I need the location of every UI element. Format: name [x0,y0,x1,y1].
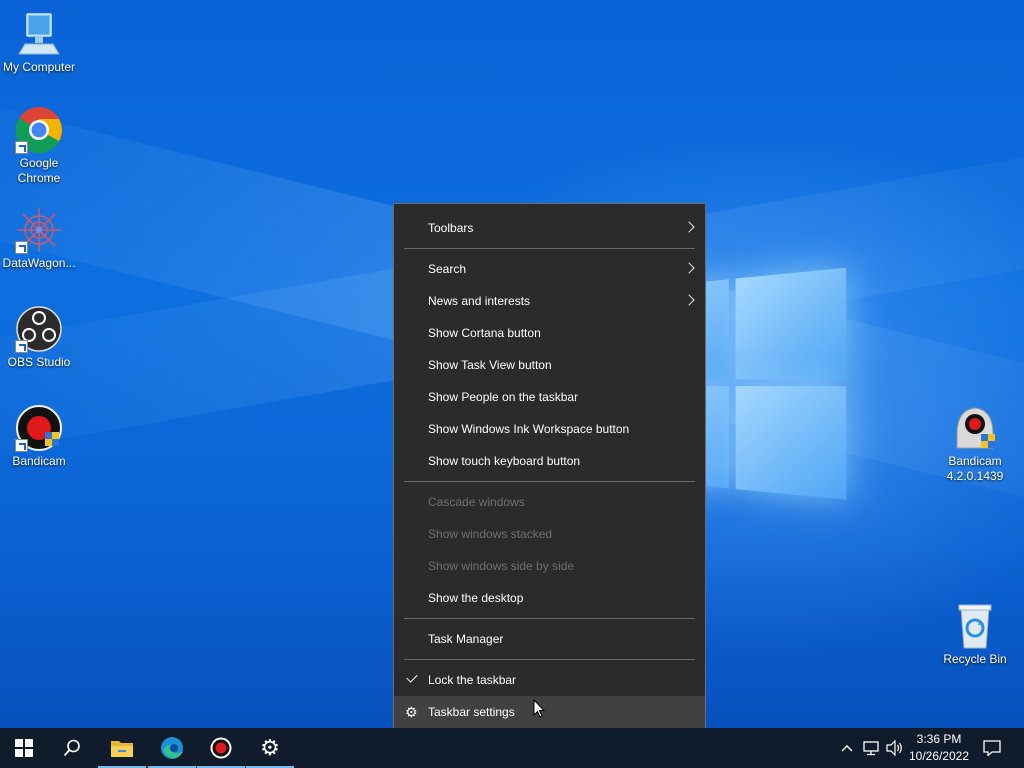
shortcut-arrow-icon [15,141,28,154]
menu-item-label: Show windows stacked [428,527,553,541]
record-icon [210,737,232,759]
desktop-icon-my-computer[interactable]: My Computer [0,10,78,75]
menu-item-show-the-desktop[interactable]: Show the desktop [394,582,705,614]
start-button[interactable] [0,728,48,768]
desktop-icon-label: Recycle Bin [943,652,1007,666]
desktop-icon-label: Google Chrome [17,156,61,185]
desktop-icon-bandicam[interactable]: Bandicam [0,404,78,469]
shortcut-arrow-icon [15,439,28,452]
edge-button[interactable] [148,728,196,768]
menu-item-label: Taskbar settings [428,705,515,719]
file-explorer-button[interactable] [98,728,146,768]
menu-item-label: Show windows side by side [428,559,575,573]
menu-item-label: Show Task View button [428,358,552,372]
menu-item-label: Show Cortana button [428,326,541,340]
menu-separator [404,659,695,660]
chevron-right-icon [683,221,695,233]
menu-item-search[interactable]: Search [394,253,705,285]
desktop-icon-bandicam-installer[interactable]: Bandicam 4.2.0.1439 [936,404,1014,484]
menu-separator [404,618,695,619]
notification-icon [983,740,1001,756]
gear-icon: ⚙ [405,704,418,720]
menu-item-show-windows-ink[interactable]: Show Windows Ink Workspace button [394,413,705,445]
datawagon-icon [15,206,63,254]
windows-logo-icon [15,739,33,757]
menu-item-show-windows-side-by-side: Show windows side by side [394,550,705,582]
volume-button[interactable] [884,728,906,768]
chevron-up-icon [841,745,853,752]
menu-item-show-windows-stacked: Show windows stacked [394,518,705,550]
taskbar-context-menu: Toolbars Search News and interests Show … [393,203,706,737]
edge-icon [161,737,183,759]
checkmark-icon [406,671,418,683]
recycle-bin-icon [951,602,999,650]
menu-item-label: Search [428,262,467,276]
shortcut-arrow-icon [15,340,28,353]
desktop-icon-label: OBS Studio [7,355,71,369]
bandicam-icon [15,404,63,452]
show-hidden-icons-button[interactable] [836,728,858,768]
network-button[interactable] [860,728,882,768]
desktop-icon-label: Bandicam 4.2.0.1439 [946,454,1004,483]
menu-item-label: Lock the taskbar [428,673,517,687]
menu-item-label: News and interests [428,294,531,308]
chevron-right-icon [683,294,695,306]
chrome-icon [15,106,63,154]
settings-button[interactable]: ⚙ [246,728,294,768]
menu-item-label: Show touch keyboard button [428,454,581,468]
folder-icon [111,741,133,757]
desktop-icon-label: My Computer [2,60,76,74]
bandicam-taskbar-button[interactable] [197,728,245,768]
menu-item-cascade-windows: Cascade windows [394,486,705,518]
menu-item-show-people[interactable]: Show People on the taskbar [394,381,705,413]
menu-item-show-task-view-button[interactable]: Show Task View button [394,349,705,381]
menu-item-label: Show the desktop [428,591,524,605]
menu-item-taskbar-settings[interactable]: ⚙ Taskbar settings [394,696,705,728]
obs-icon [15,305,63,353]
search-icon [63,739,80,757]
mouse-cursor-icon [533,699,545,718]
menu-item-label: Show Windows Ink Workspace button [428,422,630,436]
network-icon [863,741,879,756]
volume-icon [886,740,902,756]
clock-date: 10/26/2022 [908,749,970,763]
menu-item-label: Cascade windows [428,495,525,509]
action-center-button[interactable] [978,728,1006,768]
menu-item-lock-the-taskbar[interactable]: Lock the taskbar [394,664,705,696]
shortcut-arrow-icon [15,241,28,254]
computer-icon [15,10,63,58]
search-button[interactable] [48,728,96,768]
menu-item-label: Toolbars [428,221,474,235]
taskbar[interactable]: ⚙ 3:36 PM 10/26/2022 [0,728,1024,768]
bandicam-installer-icon [951,404,999,452]
desktop-icon-obs-studio[interactable]: OBS Studio [0,305,78,370]
menu-item-show-touch-keyboard[interactable]: Show touch keyboard button [394,445,705,477]
menu-item-news-and-interests[interactable]: News and interests [394,285,705,317]
desktop-icon-google-chrome[interactable]: Google Chrome [0,106,78,186]
menu-item-toolbars[interactable]: Toolbars [394,212,705,244]
desktop-icon-recycle-bin[interactable]: Recycle Bin [936,602,1014,667]
clock-time: 3:36 PM [916,732,962,746]
menu-item-task-manager[interactable]: Task Manager [394,623,705,655]
menu-item-show-cortana-button[interactable]: Show Cortana button [394,317,705,349]
desktop-icon-label: Bandicam [12,454,66,468]
menu-item-label: Task Manager [428,632,504,646]
menu-separator [404,481,695,482]
desktop-icon-label: DataWagon... [2,256,76,270]
clock[interactable]: 3:36 PM 10/26/2022 [906,731,972,765]
desktop-icon-datawagon[interactable]: DataWagon... [0,206,78,271]
menu-item-label: Show People on the taskbar [428,390,579,404]
menu-separator [404,248,695,249]
gear-icon: ⚙ [260,735,280,760]
chevron-right-icon [683,262,695,274]
